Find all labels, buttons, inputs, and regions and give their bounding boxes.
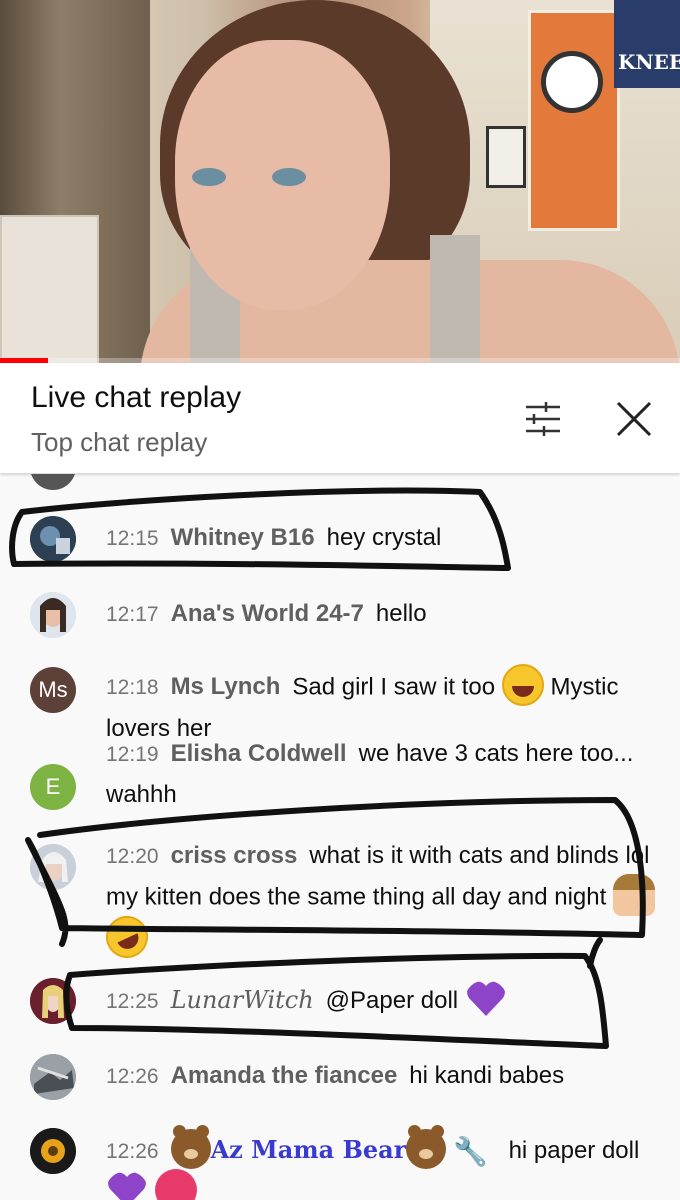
avatar	[30, 516, 76, 562]
chat-header: Live chat replay Top chat replay	[0, 363, 680, 473]
chat-message-list[interactable]: 12:15 Whitney B16 hey crystal 12:17 Ana's W…	[0, 474, 680, 1200]
avatar	[30, 474, 76, 490]
chat-message-text: 12:15 Whitney B16 hey crystal	[106, 518, 656, 559]
message-body: hello	[375, 600, 427, 627]
chat-mode-selector[interactable]: Top chat replay	[31, 427, 207, 458]
bear-emoji-icon	[170, 1124, 211, 1169]
video-person-eye	[272, 168, 306, 186]
message-timestamp: 12:26	[106, 1140, 159, 1163]
chat-message-text: 12:26 Amanda the fiancee hi kandi babes	[106, 1056, 656, 1097]
wrench-icon: 🔧	[453, 1135, 488, 1167]
message-author[interactable]: Amanda the fiancee	[171, 1062, 398, 1089]
message-body: @Paper doll	[325, 987, 459, 1014]
avatar	[30, 844, 76, 890]
video-person-eye	[192, 168, 226, 186]
video-frame	[486, 126, 526, 188]
bear-emoji-icon	[406, 1124, 447, 1169]
video-sign-text: KNEEL	[618, 50, 680, 74]
rolling-laughing-emoji-icon	[99, 909, 155, 965]
message-timestamp: 12:19	[106, 743, 159, 766]
chat-message-text: 12:26 Az Mama Bear 🔧 hi paper doll	[106, 1124, 656, 1200]
message-author[interactable]: Ms Lynch	[171, 673, 281, 700]
chat-message-text: 12:20 criss cross what is it with cats and…	[99, 836, 656, 965]
message-timestamp: 12:20	[106, 845, 159, 868]
message-author[interactable]: LunarWitch	[171, 986, 314, 1014]
filter-sliders-icon[interactable]	[520, 399, 566, 439]
video-person-strap	[430, 235, 480, 363]
message-timestamp: 12:25	[106, 990, 159, 1013]
message-author[interactable]: Whitney B16	[171, 524, 315, 551]
avatar: E	[30, 764, 76, 810]
video-background-box	[0, 215, 99, 363]
message-body: hi paper doll	[508, 1137, 640, 1164]
purple-heart-icon	[466, 981, 505, 1016]
avatar	[30, 1128, 76, 1174]
message-body: hey crystal	[326, 524, 442, 551]
video-poster	[528, 10, 620, 231]
message-body: Sad girl I saw it too	[292, 673, 496, 701]
hibiscus-emoji-icon	[154, 1169, 197, 1200]
message-timestamp: 12:15	[106, 527, 159, 550]
message-author[interactable]: Elisha Coldwell	[171, 740, 347, 767]
message-timestamp: 12:18	[106, 676, 159, 700]
chat-message-text: 12:19 Elisha Coldwell we have 3 cats here …	[106, 734, 656, 815]
avatar	[30, 592, 76, 638]
chat-message-text: 12:25 LunarWitch @Paper doll	[106, 980, 656, 1022]
message-timestamp: 12:26	[106, 1065, 159, 1088]
message-author[interactable]: Az Mama Bear	[211, 1135, 407, 1164]
message-author[interactable]: Ana's World 24-7	[171, 600, 364, 627]
laughing-tears-emoji-icon	[501, 664, 544, 706]
chat-title: Live chat replay	[31, 381, 242, 414]
chat-message-text: 12:17 Ana's World 24-7 hello	[106, 594, 656, 635]
facepalm-emoji-icon	[612, 874, 655, 916]
message-author[interactable]: criss cross	[171, 842, 298, 869]
video-sign: KNEEL	[614, 0, 680, 88]
message-body: hi kandi babes	[409, 1062, 565, 1089]
avatar	[30, 1054, 76, 1100]
message-timestamp: 12:17	[106, 603, 159, 626]
video-player[interactable]: KNEEL	[0, 0, 680, 363]
close-icon[interactable]	[612, 397, 656, 441]
purple-heart-icon	[108, 1172, 146, 1200]
avatar: Ms	[30, 667, 76, 713]
avatar	[30, 978, 76, 1024]
